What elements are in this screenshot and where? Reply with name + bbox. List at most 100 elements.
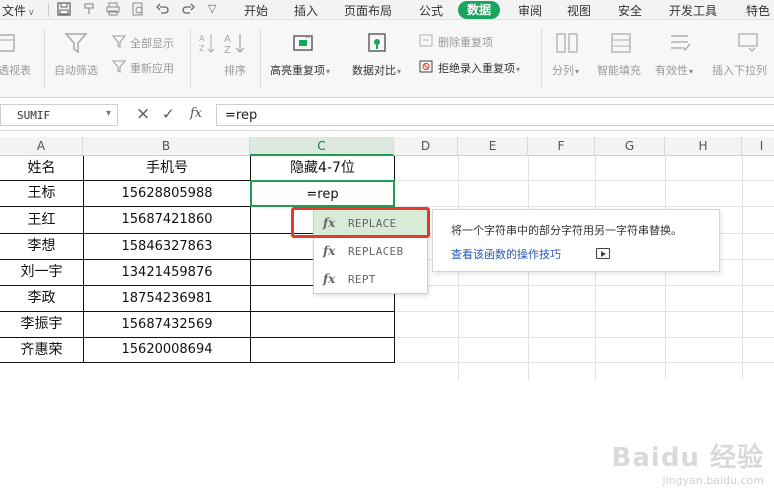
cell-a1[interactable]: 姓名: [0, 157, 83, 180]
column-header-d[interactable]: D: [394, 137, 458, 156]
cell-a7[interactable]: 李振宇: [0, 312, 83, 337]
cell-b2[interactable]: 15628805988: [84, 181, 250, 206]
data-compare-label[interactable]: 数据对比▾: [352, 62, 401, 78]
column-header-c[interactable]: C: [250, 137, 394, 156]
sort-icon[interactable]: AZ: [224, 32, 248, 57]
cell-c2-active[interactable]: =rep: [250, 180, 395, 207]
split-column-label[interactable]: 分列▾: [552, 62, 579, 78]
format-painter-icon[interactable]: [82, 2, 96, 20]
function-tooltip: 将一个字符串中的部分字符用另一字符串替换。 查看该函数的操作技巧: [432, 209, 720, 272]
cell-c1[interactable]: 隐藏4-7位: [251, 157, 394, 180]
cell-b8[interactable]: 15620008694: [84, 338, 250, 362]
cell-b6[interactable]: 18754236981: [84, 286, 250, 311]
tab-view[interactable]: 视图: [567, 2, 591, 19]
validity-label[interactable]: 有效性▾: [655, 62, 693, 78]
highlight-duplicates-icon[interactable]: ..: [292, 30, 316, 57]
tab-developer[interactable]: 开发工具: [669, 2, 717, 19]
svg-text:Z: Z: [224, 45, 231, 54]
watermark-url: jingyan.baidu.com: [662, 474, 764, 487]
highlight-duplicates-label[interactable]: 高亮重复项▾: [270, 62, 330, 78]
cell-a3[interactable]: 王红: [0, 207, 83, 233]
formula-input[interactable]: =rep: [216, 104, 774, 126]
cancel-icon[interactable]: ×: [136, 104, 150, 124]
validity-icon[interactable]: [668, 32, 692, 57]
name-box-dropdown-icon[interactable]: ▾: [106, 108, 111, 119]
reject-duplicates-icon[interactable]: [419, 60, 433, 76]
split-column-icon[interactable]: [555, 32, 579, 57]
watermark-brand: Baidu 经验: [611, 443, 764, 473]
reapply-icon[interactable]: [111, 60, 127, 76]
sort-label[interactable]: 排序: [224, 62, 246, 78]
column-header-b[interactable]: B: [83, 137, 250, 156]
smart-fill-label[interactable]: 智能填充: [597, 62, 641, 78]
show-all-icon[interactable]: [111, 35, 127, 51]
smart-fill-icon[interactable]: [610, 32, 634, 57]
undo-icon[interactable]: [156, 2, 170, 20]
remove-duplicates-label[interactable]: 删除重复项: [438, 34, 493, 50]
tab-security[interactable]: 安全: [618, 2, 642, 19]
sort-ascending-icon[interactable]: AZ: [199, 32, 215, 57]
quick-access-dropdown-icon[interactable]: ▽: [208, 2, 216, 15]
menu-bar: 文件 ∨ ▽ 开始 插入 页面布局 公式 数据 审阅 视图 安全 开发工具 特色: [0, 0, 774, 20]
svg-text:Z: Z: [199, 44, 205, 53]
name-box[interactable]: SUMIF ▾: [0, 104, 118, 126]
redo-icon[interactable]: [181, 2, 195, 20]
video-icon[interactable]: [596, 248, 610, 259]
function-icon: fx: [323, 272, 336, 286]
reject-duplicates-label[interactable]: 拒绝录入重复项▾: [438, 60, 520, 76]
ribbon: 透视表 自动筛选 全部显示 重新应用 AZ AZ 排序 .. 高亮重复项▾ 数据…: [0, 20, 774, 98]
column-header-f[interactable]: F: [528, 137, 595, 156]
confirm-icon[interactable]: ✓: [162, 105, 175, 123]
show-all-label[interactable]: 全部显示: [130, 35, 174, 51]
tab-review[interactable]: 审阅: [518, 2, 542, 19]
svg-text:A: A: [224, 34, 231, 45]
print-icon[interactable]: [106, 2, 120, 20]
data-compare-icon[interactable]: [366, 30, 390, 57]
function-description: 将一个字符串中的部分字符用另一字符串替换。: [451, 224, 682, 237]
column-header-g[interactable]: G: [595, 137, 665, 156]
svg-text:..: ..: [305, 31, 310, 40]
pivot-table-icon[interactable]: [0, 34, 16, 55]
tab-insert[interactable]: 插入: [294, 2, 318, 19]
tab-home[interactable]: 开始: [244, 2, 268, 19]
cell-a8[interactable]: 齐惠荣: [0, 338, 83, 362]
cell-b1[interactable]: 手机号: [84, 157, 250, 180]
cell-b7[interactable]: 15687432569: [84, 312, 250, 337]
watermark: Baidu 经验 jingyan.baidu.com: [612, 437, 764, 487]
cell-a5[interactable]: 刘一宇: [0, 260, 83, 285]
remove-duplicates-icon[interactable]: [419, 34, 433, 50]
tab-features[interactable]: 特色: [746, 2, 770, 19]
column-header-e[interactable]: E: [458, 137, 528, 156]
tab-data[interactable]: 数据: [458, 1, 501, 19]
pivot-table-label[interactable]: 透视表: [0, 62, 31, 78]
column-header-h[interactable]: H: [665, 137, 742, 156]
save-icon[interactable]: [57, 2, 71, 20]
column-header-a[interactable]: A: [0, 137, 83, 156]
cell-a2[interactable]: 王标: [0, 181, 83, 206]
name-box-value: SUMIF: [17, 109, 51, 122]
formula-bar: SUMIF ▾ × ✓ fx =rep: [0, 101, 774, 131]
function-tips-link[interactable]: 查看该函数的操作技巧: [451, 246, 561, 262]
cell-a4[interactable]: 李想: [0, 234, 83, 259]
column-header-row: A B C D E F G H I: [0, 137, 774, 156]
insert-dropdown-label[interactable]: 插入下拉列: [712, 62, 767, 78]
cell-a6[interactable]: 李政: [0, 286, 83, 311]
svg-text:A: A: [199, 34, 205, 43]
cell-b4[interactable]: 15846327863: [84, 234, 250, 259]
print-preview-icon[interactable]: [131, 2, 145, 20]
autocomplete-item-replaceb[interactable]: fx REPLACEB: [314, 238, 427, 265]
tab-page-layout[interactable]: 页面布局: [344, 2, 392, 19]
reapply-label[interactable]: 重新应用: [130, 60, 174, 76]
tab-formulas[interactable]: 公式: [419, 2, 443, 19]
autocomplete-item-rept[interactable]: fx REPT: [314, 266, 427, 293]
cell-b5[interactable]: 13421459876: [84, 260, 250, 285]
auto-filter-label[interactable]: 自动筛选: [54, 62, 98, 78]
cell-b3[interactable]: 15687421860: [84, 207, 250, 233]
formula-input-value: =rep: [225, 108, 258, 123]
column-header-i[interactable]: I: [742, 137, 774, 156]
insert-function-icon[interactable]: fx: [190, 106, 202, 121]
insert-dropdown-icon[interactable]: [737, 32, 761, 57]
filter-icon[interactable]: [64, 32, 88, 57]
file-menu[interactable]: 文件 ∨: [2, 2, 35, 19]
function-icon: fx: [323, 244, 336, 258]
